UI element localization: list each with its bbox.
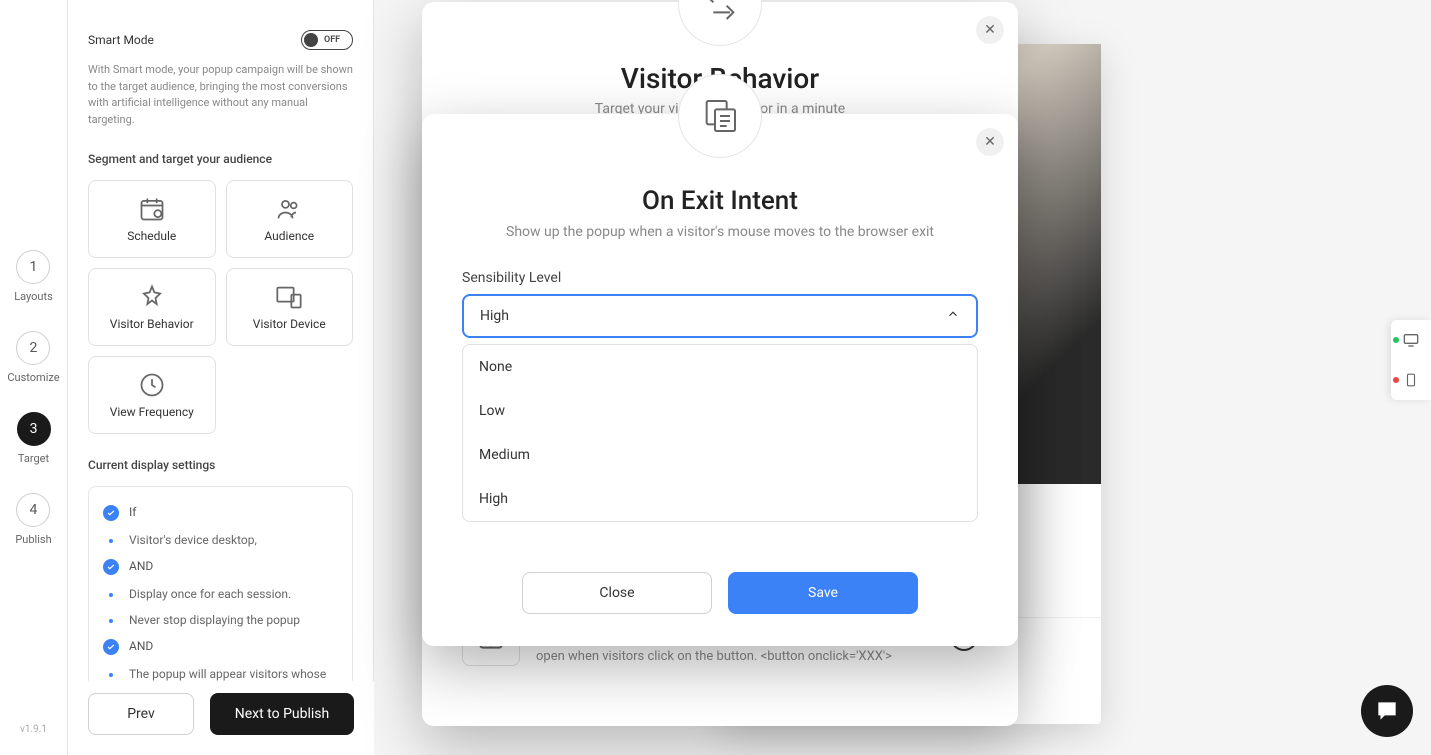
status-dot-red xyxy=(1393,377,1399,383)
device-switcher xyxy=(1391,320,1431,400)
smart-mode-label: Smart Mode xyxy=(88,33,154,47)
nav-step-number: 3 xyxy=(17,412,51,446)
desktop-icon xyxy=(1401,332,1421,348)
device-desktop[interactable] xyxy=(1391,320,1431,360)
segment-card-visitor-behavior[interactable]: Visitor Behavior xyxy=(88,268,216,346)
star-icon xyxy=(136,283,168,311)
display-settings-heading: Current display settings xyxy=(88,458,353,472)
side-panel: Smart Mode OFF With Smart mode, your pop… xyxy=(68,0,374,755)
option-high[interactable]: High xyxy=(463,477,977,521)
nav-step-number: 2 xyxy=(16,331,50,365)
segment-card-label: Visitor Device xyxy=(253,317,326,331)
device-icon xyxy=(273,283,305,311)
rule-never-stop: Never stop displaying the popup xyxy=(103,613,338,627)
prev-button[interactable]: Prev xyxy=(88,693,194,735)
nav-rail: 1 Layouts 2 Customize 3 Target 4 Publish… xyxy=(0,0,68,755)
sensibility-dropdown: None Low Medium High xyxy=(462,344,978,522)
rule-and: AND xyxy=(129,639,153,653)
option-none[interactable]: None xyxy=(463,345,977,389)
chat-icon xyxy=(1374,698,1400,724)
mobile-icon xyxy=(1404,370,1418,390)
segment-card-view-frequency[interactable]: View Frequency xyxy=(88,356,216,434)
status-dot-green xyxy=(1393,337,1399,343)
version-label: v1.9.1 xyxy=(20,724,47,735)
nav-step-target[interactable]: 3 Target xyxy=(17,412,51,465)
rule-device: Visitor's device desktop, xyxy=(103,533,338,547)
nav-step-layouts[interactable]: 1 Layouts xyxy=(14,250,53,303)
option-low[interactable]: Low xyxy=(463,389,977,433)
rule-and: AND xyxy=(129,559,153,573)
on-exit-intent-modal: ✕ On Exit Intent Show up the popup when … xyxy=(422,114,1018,646)
exit-modal-title: On Exit Intent xyxy=(462,186,978,216)
nav-step-label: Publish xyxy=(15,533,51,546)
exit-modal-subtitle: Show up the popup when a visitor's mouse… xyxy=(462,224,978,240)
segment-card-label: Schedule xyxy=(127,229,176,243)
next-button[interactable]: Next to Publish xyxy=(210,693,354,735)
nav-step-label: Layouts xyxy=(14,290,53,303)
smart-mode-description: With Smart mode, your popup campaign wil… xyxy=(88,62,353,128)
chevron-up-icon xyxy=(946,307,960,325)
nav-step-number: 1 xyxy=(16,250,50,284)
rule-display-once: Display once for each session. xyxy=(103,587,338,601)
footer-buttons: Prev Next to Publish xyxy=(68,681,374,755)
calendar-icon xyxy=(136,195,168,223)
check-icon xyxy=(103,505,119,521)
nav-step-customize[interactable]: 2 Customize xyxy=(7,331,59,384)
segment-card-schedule[interactable]: Schedule xyxy=(88,180,216,258)
chat-bubble[interactable] xyxy=(1361,685,1413,737)
segment-card-label: View Frequency xyxy=(110,405,194,419)
segment-card-label: Audience xyxy=(264,229,314,243)
segment-card-visitor-device[interactable]: Visitor Device xyxy=(226,268,354,346)
audience-icon xyxy=(273,195,305,223)
option-medium[interactable]: Medium xyxy=(463,433,977,477)
clock-icon xyxy=(136,371,168,399)
check-icon xyxy=(103,639,119,655)
save-button[interactable]: Save xyxy=(728,572,918,614)
nav-step-label: Customize xyxy=(7,371,59,384)
device-mobile[interactable] xyxy=(1391,360,1431,400)
segment-heading: Segment and target your audience xyxy=(88,152,353,166)
toggle-state: OFF xyxy=(324,35,340,45)
nav-step-publish[interactable]: 4 Publish xyxy=(15,493,51,546)
segment-card-label: Visitor Behavior xyxy=(110,317,194,331)
toggle-knob xyxy=(304,33,318,47)
close-button[interactable]: Close xyxy=(522,572,712,614)
sensibility-label: Sensibility Level xyxy=(462,270,978,286)
smart-mode-toggle[interactable]: OFF xyxy=(301,30,353,50)
sensibility-select[interactable]: High xyxy=(462,294,978,338)
nav-step-number: 4 xyxy=(16,493,50,527)
segment-card-audience[interactable]: Audience xyxy=(226,180,354,258)
rule-if: If xyxy=(129,505,136,519)
select-value: High xyxy=(480,308,509,324)
nav-step-label: Target xyxy=(18,452,49,465)
check-icon xyxy=(103,559,119,575)
